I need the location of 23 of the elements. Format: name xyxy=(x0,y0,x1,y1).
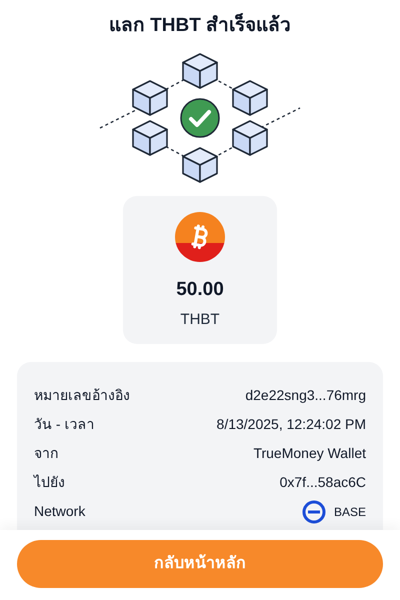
check-icon xyxy=(180,98,220,138)
cube-icon xyxy=(182,146,218,182)
detail-label: Network xyxy=(34,502,86,521)
detail-value: 8/13/2025, 12:24:02 PM xyxy=(216,415,366,434)
detail-value: BASE xyxy=(334,504,366,520)
cube-icon xyxy=(232,80,268,116)
detail-label: จาก xyxy=(34,444,58,463)
cube-icon xyxy=(132,120,168,156)
detail-value: 0x7f...58ac6C xyxy=(280,473,366,492)
network-icon xyxy=(302,500,326,524)
cube-icon xyxy=(232,120,268,156)
detail-label: หมายเลขอ้างอิง xyxy=(34,386,130,405)
detail-label: วัน - เวลา xyxy=(34,415,94,434)
coin-icon xyxy=(175,212,225,262)
detail-value: d2e22sng3...76mrg xyxy=(245,386,366,405)
currency-label: THBT xyxy=(180,310,220,330)
amount-value: 50.00 xyxy=(176,278,224,302)
back-home-button[interactable]: กลับหน้าหลัก xyxy=(17,540,383,588)
page-title: แลก THBT สำเร็จแล้ว xyxy=(108,12,292,38)
cube-icon xyxy=(182,52,218,88)
cube-icon xyxy=(132,80,168,116)
detail-label: ไปยัง xyxy=(34,473,65,492)
detail-value: TrueMoney Wallet xyxy=(253,444,366,463)
